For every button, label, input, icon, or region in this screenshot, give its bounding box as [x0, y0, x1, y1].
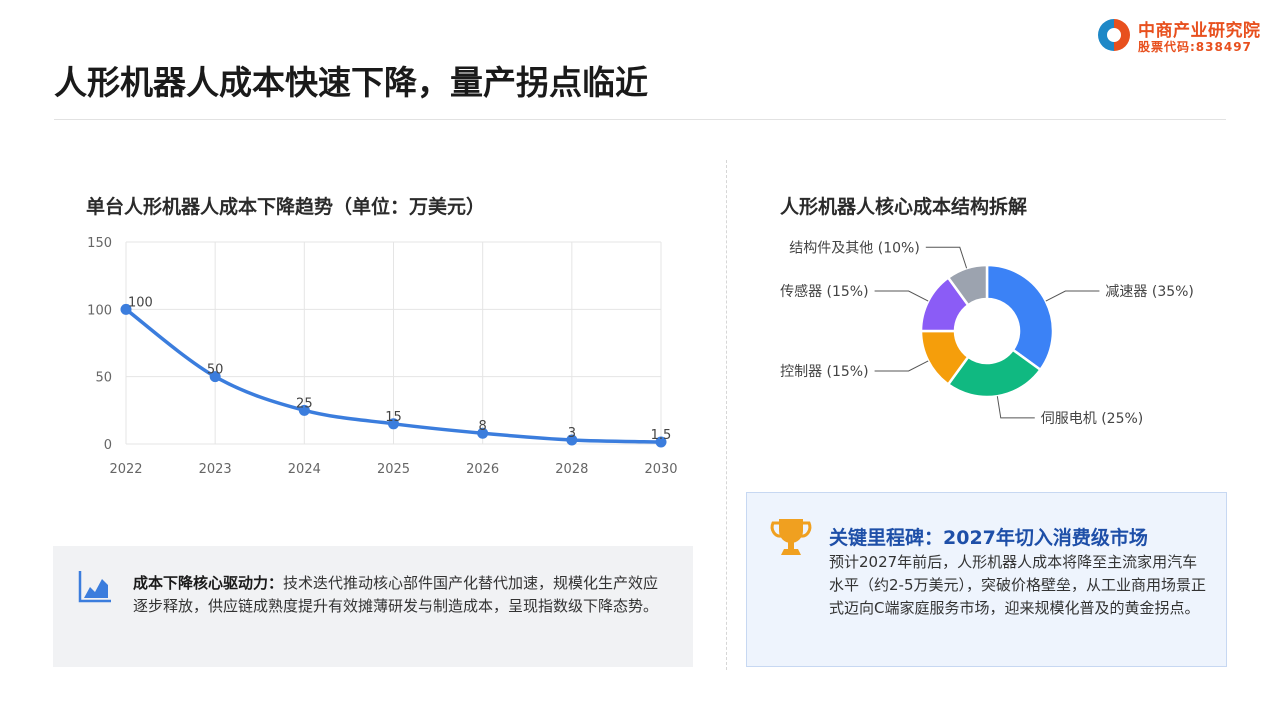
- leader-line: [1045, 290, 1100, 302]
- slice-label: 减速器 (35%): [1105, 284, 1194, 300]
- x-tick-label: 2023: [199, 462, 232, 477]
- driver-note-text: 成本下降核心驱动力：技术迭代推动核心部件国产化替代加速，规模化生产效应逐步释放，…: [133, 572, 673, 618]
- data-label: 3: [568, 426, 576, 441]
- slice-label: 伺服电机 (25%): [1041, 411, 1144, 427]
- x-tick-label: 2025: [377, 462, 410, 477]
- leader-line: [996, 396, 1035, 419]
- y-tick-label: 100: [87, 303, 112, 318]
- y-tick-label: 50: [95, 371, 112, 386]
- x-tick-label: 2022: [109, 462, 142, 477]
- data-label: 50: [207, 363, 224, 378]
- leader-line: [874, 290, 929, 302]
- page-title: 人形机器人成本快速下降，量产拐点临近: [54, 63, 648, 102]
- trophy-icon: [770, 519, 812, 555]
- x-tick-label: 2024: [288, 462, 321, 477]
- area-chart-icon: [78, 571, 111, 603]
- y-tick-label: 0: [104, 438, 112, 453]
- leader-line: [874, 360, 929, 372]
- driver-note-label: 成本下降核心驱动力：: [133, 574, 284, 592]
- data-label: 1.5: [651, 428, 672, 443]
- data-label: 15: [385, 410, 402, 425]
- slice-label: 传感器 (15%): [780, 283, 869, 300]
- data-label: 8: [479, 419, 487, 434]
- title-divider: [54, 119, 1226, 120]
- slice-label: 结构件及其他 (10%): [789, 240, 920, 256]
- column-divider: [726, 160, 727, 670]
- milestone-panel: 关键里程碑：2027年切入消费级市场 预计2027年前后，人形机器人成本将降至主…: [746, 492, 1227, 667]
- x-tick-label: 2026: [466, 462, 499, 477]
- milestone-text: 预计2027年前后，人形机器人成本将降至主流家用汽车水平（约2-5万美元），突破…: [829, 553, 1207, 617]
- cost-trend-line-chart: 0 50 100 150 2022 2023 2024 2025 2026 2028 2030 100…: [87, 236, 677, 477]
- x-tick-label: 2030: [644, 462, 677, 477]
- y-tick-label: 150: [87, 236, 112, 251]
- data-label: 100: [128, 295, 153, 310]
- brand-logo-icon: [1098, 19, 1130, 51]
- donut-chart-title: 人形机器人核心成本结构拆解: [780, 196, 1028, 218]
- milestone-title: 关键里程碑：2027年切入消费级市场: [829, 527, 1148, 549]
- leader-line: [925, 246, 968, 269]
- brand-logo: 中商产业研究院 股票代码:838497: [1096, 14, 1276, 58]
- line-chart-title: 单台人形机器人成本下降趋势（单位：万美元）: [86, 196, 486, 218]
- data-label: 25: [296, 396, 313, 411]
- x-tick-label: 2028: [555, 462, 588, 477]
- slice-label: 控制器 (15%): [780, 364, 869, 380]
- driver-note-panel: 成本下降核心驱动力：技术迭代推动核心部件国产化替代加速，规模化生产效应逐步释放，…: [53, 546, 693, 667]
- cost-structure-donut-chart: 减速器 (35%) 伺服电机 (25%) 控制器 (15%) 传感器 (15%) 结构件…: [780, 240, 1194, 427]
- stock-code: 股票代码:838497: [1138, 40, 1252, 54]
